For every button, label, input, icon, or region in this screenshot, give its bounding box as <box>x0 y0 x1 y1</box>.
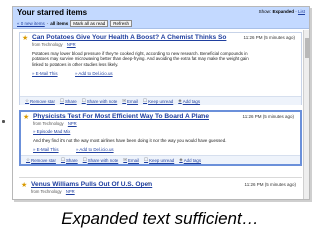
episode-link[interactable]: » Episode Mad Mix <box>33 129 70 134</box>
vertical-scrollbar[interactable] <box>303 30 309 199</box>
star-icon[interactable]: ★ <box>23 113 29 121</box>
entry-source-link[interactable]: NPR <box>67 42 76 47</box>
add-tags-button[interactable]: ◈ Add tags <box>178 98 200 104</box>
new-items-link[interactable]: « 0 new items <box>17 21 45 26</box>
email-label: Email <box>127 98 139 104</box>
share-button[interactable]: ☐ Share <box>61 157 78 163</box>
show-label: Show: <box>258 9 272 14</box>
entry-header[interactable]: ★ Venus Williams Pulls Out Of U.S. Open … <box>19 180 302 196</box>
tag-icon: ◈ <box>178 98 182 103</box>
entry-source: from Technology NPR <box>33 121 77 126</box>
entry-source-link[interactable]: NPR <box>68 121 77 126</box>
add-tags-label: Add tags <box>183 157 202 163</box>
view-list-option[interactable]: List <box>298 9 305 14</box>
reader-header: Your starred items Show: Expanded - List… <box>13 7 309 29</box>
checkbox-icon: ☐ <box>144 157 149 162</box>
share-label: Share <box>64 98 77 104</box>
email-this-link[interactable]: » E-Mail This <box>33 147 59 152</box>
share-with-note-button[interactable]: ☐ Share with note <box>82 98 118 104</box>
entry-source-label: from Technology <box>31 189 62 194</box>
keep-unread-button[interactable]: ☐ Keep unread <box>143 98 173 104</box>
entry-body-line: And they find it's not the way most airl… <box>33 138 227 143</box>
share-button[interactable]: ☐ Share <box>60 98 77 104</box>
add-tags-label: Add tags <box>182 98 201 104</box>
view-separator: - <box>295 9 297 14</box>
email-button[interactable]: ✉ Email <box>122 98 138 104</box>
entry-divider <box>19 177 302 178</box>
add-to-delicious-link[interactable]: » Add to Del.icio.us <box>76 147 114 152</box>
share-label: Share <box>65 157 78 163</box>
selection-marker <box>2 120 5 123</box>
entry-body-line: linked to potatoes in other studies less… <box>32 61 119 67</box>
tag-icon: ◈ <box>179 157 183 162</box>
email-this-link[interactable]: » E-Mail This <box>32 71 58 76</box>
view-expanded-option[interactable]: Expanded <box>272 9 294 14</box>
keep-unread-label: Keep unread <box>149 157 175 163</box>
refresh-button[interactable]: Refresh <box>110 20 133 27</box>
share-with-note-button[interactable]: ☐ Share with note <box>83 157 119 163</box>
entry-body: And they find it's not the way most airl… <box>33 138 295 143</box>
external-link-icon[interactable]: ↗ <box>199 113 203 119</box>
entry-title[interactable]: Can Potatoes Give Your Health A Boost? A… <box>32 34 226 41</box>
entry-collapsed[interactable]: ★ Venus Williams Pulls Out Of U.S. Open … <box>19 177 302 199</box>
share-with-note-label: Share with note <box>87 157 119 163</box>
entry-selected[interactable]: ★ Physicists Test For Most Efficient Way… <box>19 110 302 166</box>
add-tags-button[interactable]: ◈ Add tags <box>179 157 201 163</box>
entry-expanded[interactable]: ★ Can Potatoes Give Your Health A Boost?… <box>19 32 302 105</box>
entry-header[interactable]: ★ Can Potatoes Give Your Health A Boost?… <box>20 33 301 49</box>
entry-time: 11:26 PM (5 minutes ago) <box>242 114 294 119</box>
keep-unread-label: Keep unread <box>148 98 174 104</box>
remove-star-button[interactable]: ☆ Remove star <box>26 157 56 163</box>
entry-source-label: from Technology <box>32 42 63 47</box>
remove-star-label: Remove star <box>30 98 55 104</box>
entry-source-label: from Technology <box>33 121 64 126</box>
star-icon: ☆ <box>25 98 30 103</box>
entry-source: from Technology NPR <box>32 42 76 47</box>
email-icon: ✉ <box>122 98 127 103</box>
checkbox-icon: ☐ <box>143 98 148 103</box>
entry-header[interactable]: ★ Physicists Test For Most Efficient Way… <box>21 112 300 128</box>
external-link-icon[interactable]: ↗ <box>146 181 150 187</box>
star-icon[interactable]: ★ <box>21 181 27 189</box>
email-icon: ✉ <box>123 157 128 162</box>
view-mode-switch: Show: Expanded - List <box>259 9 305 14</box>
entry-body: Potatoes may lower blood pressure if the… <box>32 51 294 67</box>
page-title: Your starred items <box>17 8 88 17</box>
remove-star-label: Remove star <box>31 157 56 163</box>
entry-source: from Technology NPR <box>31 189 75 194</box>
share-with-note-label: Share with note <box>86 98 118 104</box>
remove-star-button[interactable]: ☆ Remove star <box>25 98 55 104</box>
entry-actions: ☆ Remove star ☐ Share ☐ Share with note ✉ Em… <box>21 155 300 164</box>
entry-title[interactable]: Physicists Test For Most Efficient Way T… <box>33 113 209 120</box>
share-icon: ☐ <box>82 157 87 162</box>
add-to-delicious-link[interactable]: » Add to Del.icio.us <box>75 71 113 76</box>
toolbar-separator: - <box>46 21 49 26</box>
toolbar: « 0 new items - all items Mark all as re… <box>17 20 133 27</box>
star-icon: ☆ <box>26 157 31 162</box>
scrollbar-thumb[interactable] <box>305 38 309 58</box>
entry-actions: ☆ Remove star ☐ Share ☐ Share with note ✉ Em… <box>20 96 301 105</box>
all-items-link[interactable]: all items <box>50 21 68 26</box>
keep-unread-button[interactable]: ☐ Keep unread <box>144 157 174 163</box>
entry-source-link[interactable]: NPR <box>66 189 75 194</box>
share-icon: ☐ <box>81 98 86 103</box>
entry-title[interactable]: Venus Williams Pulls Out Of U.S. Open <box>31 181 152 188</box>
share-icon: ☐ <box>59 98 64 103</box>
reader-window: Your starred items Show: Expanded - List… <box>12 6 310 200</box>
share-icon: ☐ <box>60 157 65 162</box>
email-button[interactable]: ✉ Email <box>123 157 139 163</box>
email-label: Email <box>128 157 140 163</box>
entry-time: 11:26 PM (5 minutes ago) <box>244 182 296 187</box>
mark-all-read-button[interactable]: Mark all as read <box>70 20 109 27</box>
entry-time: 11:26 PM (5 minutes ago) <box>243 35 295 40</box>
star-icon[interactable]: ★ <box>22 34 28 42</box>
slide-caption: Expanded text sufficient… <box>61 209 259 228</box>
